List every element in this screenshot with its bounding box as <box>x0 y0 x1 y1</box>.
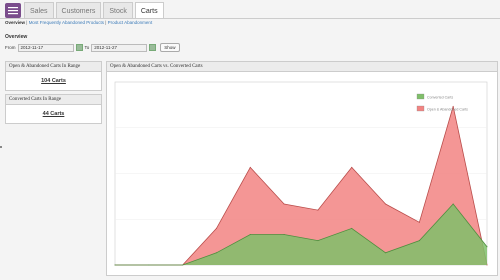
stat-value[interactable]: 104 Carts <box>6 72 101 90</box>
to-date-input[interactable]: 2012-11-27 <box>91 43 148 52</box>
calendar-icon[interactable] <box>75 44 83 51</box>
data-point <box>351 166 353 168</box>
handle-dot <box>0 146 2 148</box>
tab-bar: Sales Customers Stock Carts <box>24 2 164 19</box>
data-point <box>114 264 116 266</box>
data-point <box>351 227 353 229</box>
from-label: From <box>5 45 16 50</box>
subnav-product-abandonment[interactable]: Product Abandonment <box>108 20 153 25</box>
chart-panel: Open & Abandoned Carts vs. Converted Car… <box>106 61 498 276</box>
stat-value[interactable]: 44 Carts <box>6 105 101 123</box>
data-point <box>385 252 387 254</box>
page-title: Overview <box>5 34 28 40</box>
data-point <box>317 209 319 211</box>
show-button[interactable]: Show <box>160 43 180 52</box>
data-point <box>283 203 285 205</box>
stat-title: Converted Carts In Range <box>6 95 101 105</box>
to-label: To <box>84 45 90 50</box>
legend-label: Open & Abandoned Carts <box>427 108 468 112</box>
legend-swatch <box>416 93 425 100</box>
legend-swatch <box>416 105 425 112</box>
data-point <box>452 203 454 205</box>
data-point <box>249 166 251 168</box>
data-point <box>182 264 184 266</box>
data-point <box>418 221 420 223</box>
stat-open-abandoned: Open & Abandoned Carts In Range 104 Cart… <box>5 61 102 91</box>
data-point <box>215 252 217 254</box>
data-point <box>148 264 150 266</box>
subnav-most-abandoned-products[interactable]: Most Frequently Abandoned Products <box>29 20 104 25</box>
legend-label: Converted Carts <box>427 96 453 100</box>
subnav: Overview | Most Frequently Abandoned Pro… <box>5 20 153 25</box>
tab-divider <box>0 18 500 19</box>
tab-carts[interactable]: Carts <box>134 2 164 19</box>
subnav-overview[interactable]: Overview <box>5 20 25 25</box>
tab-stock[interactable]: Stock <box>103 2 133 19</box>
stat-title: Open & Abandoned Carts In Range <box>6 62 101 72</box>
data-point <box>249 234 251 235</box>
app-icon[interactable] <box>5 3 21 18</box>
data-point <box>215 227 217 229</box>
data-point <box>418 240 420 242</box>
tab-customers[interactable]: Customers <box>55 2 102 19</box>
from-date-input[interactable]: 2012-11-17 <box>17 43 74 52</box>
date-range-form: From 2012-11-17 To 2012-11-27 Show <box>5 43 180 52</box>
data-point <box>317 240 319 242</box>
calendar-icon[interactable] <box>149 44 157 51</box>
stat-converted: Converted Carts In Range 44 Carts <box>5 94 102 124</box>
chart-title: Open & Abandoned Carts vs. Converted Car… <box>107 62 497 72</box>
tab-sales[interactable]: Sales <box>24 2 54 19</box>
data-point <box>385 203 387 205</box>
data-point <box>283 234 285 235</box>
data-point <box>486 246 488 248</box>
area-chart: Converted Carts Open & Abandoned Carts <box>114 81 488 266</box>
